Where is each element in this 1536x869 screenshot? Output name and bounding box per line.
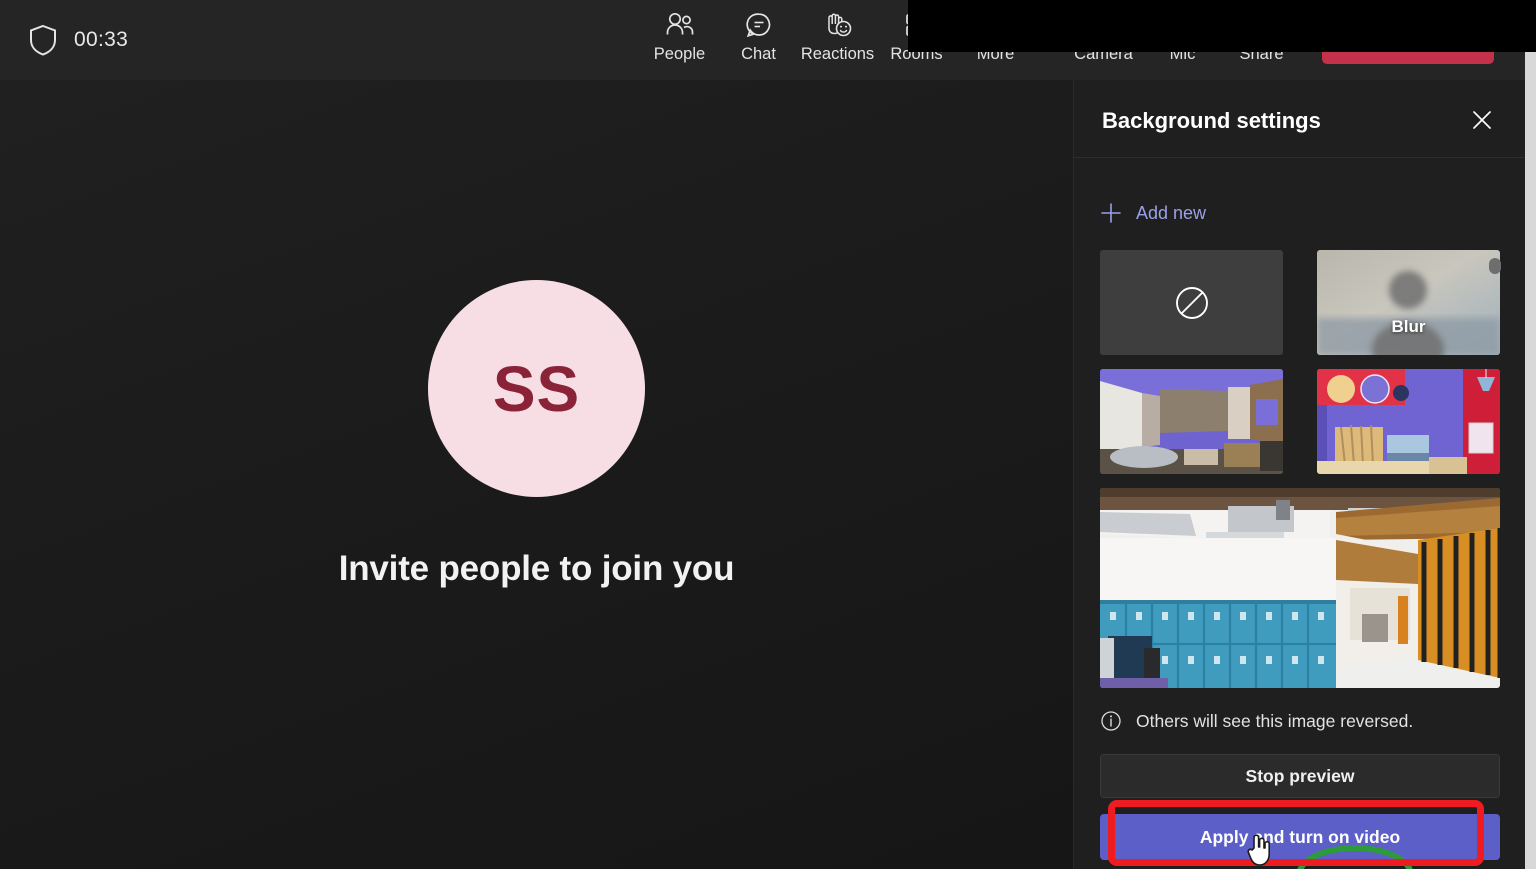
apply-and-turn-on-video-button[interactable]: Apply and turn on video	[1100, 814, 1500, 860]
background-option-livingroom[interactable]	[1317, 369, 1500, 474]
screen-occlusion-overlay	[908, 0, 1536, 52]
toolbar-left-group: 00:33	[28, 24, 128, 56]
toolbar-label-chat: Chat	[741, 45, 776, 64]
background-preview-image[interactable]	[1100, 488, 1500, 688]
close-panel-button[interactable]	[1464, 102, 1500, 138]
bedroom-thumbnail	[1100, 369, 1283, 474]
background-option-bedroom[interactable]	[1100, 369, 1283, 474]
blur-thumbnail	[1317, 250, 1500, 355]
background-settings-panel: Background settings Add new	[1073, 80, 1525, 869]
reverse-image-note: Others will see this image reversed.	[1100, 710, 1499, 732]
toolbar-button-people[interactable]: People	[640, 6, 719, 64]
window-edge-strip	[1525, 0, 1536, 869]
add-new-label: Add new	[1136, 203, 1206, 224]
close-icon	[1469, 107, 1495, 133]
panel-scrollbar[interactable]	[1489, 250, 1501, 850]
no-background-icon	[1171, 282, 1213, 324]
panel-scrollbar-thumb[interactable]	[1489, 258, 1501, 274]
page-title: Invite people to join you	[339, 549, 735, 589]
toolbar-button-chat[interactable]: Chat	[719, 6, 798, 64]
background-thumbnail-grid: Blur	[1100, 250, 1499, 474]
panel-body: Add new	[1074, 202, 1525, 860]
plus-icon	[1100, 202, 1122, 224]
blur-label: Blur	[1317, 317, 1500, 337]
avatar-initials: SS	[493, 352, 580, 426]
background-option-none[interactable]	[1100, 250, 1283, 355]
shield-icon	[28, 24, 58, 56]
add-new-background-button[interactable]: Add new	[1100, 202, 1206, 224]
stop-preview-button[interactable]: Stop preview	[1100, 754, 1500, 798]
people-icon	[665, 10, 695, 40]
info-icon	[1100, 710, 1122, 732]
office-lockers-preview-image	[1100, 488, 1500, 688]
teams-meeting-window: SS Invite people to join you Background …	[0, 0, 1536, 869]
avatar: SS	[428, 280, 645, 497]
background-option-blur[interactable]: Blur	[1317, 250, 1500, 355]
reactions-icon	[823, 10, 853, 40]
call-timer: 00:33	[74, 28, 128, 52]
toolbar-button-reactions[interactable]: Reactions	[798, 6, 877, 64]
toolbar-label-people: People	[654, 45, 705, 64]
meeting-stage: SS Invite people to join you	[0, 80, 1073, 869]
chat-icon	[745, 10, 773, 40]
reverse-image-note-text: Others will see this image reversed.	[1136, 711, 1413, 732]
livingroom-thumbnail	[1317, 369, 1500, 474]
panel-header: Background settings	[1074, 80, 1525, 158]
toolbar-label-reactions: Reactions	[801, 45, 874, 64]
panel-title: Background settings	[1102, 108, 1321, 134]
